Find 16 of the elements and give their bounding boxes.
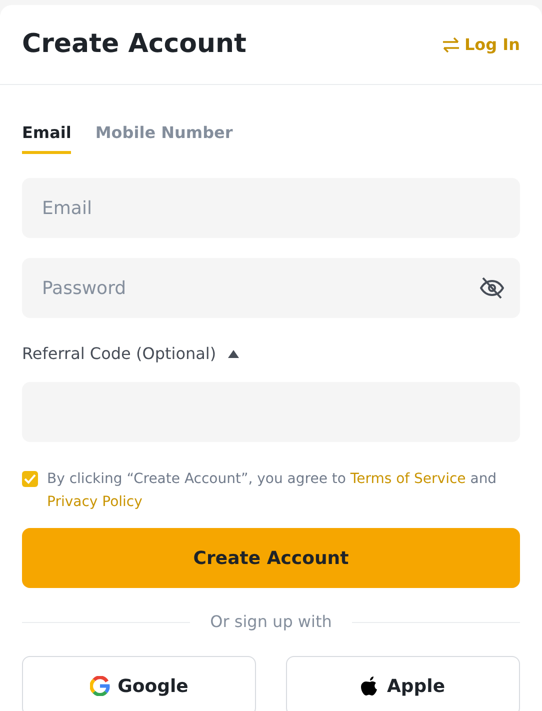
eye-slash-icon[interactable] [480, 277, 504, 299]
agreement-text: By clicking “Create Account”, you agree to Terms of Service and Privacy Policy [47, 470, 498, 512]
tab[interactable]: Email [22, 121, 72, 154]
create-account-button[interactable]: Create Account [22, 528, 520, 588]
social-login-button[interactable]: Apple [286, 656, 520, 711]
swap-icon [442, 36, 460, 52]
agree-checkbox[interactable] [22, 471, 38, 487]
email-field[interactable]: Email [22, 178, 520, 238]
divider-text: Or sign up with [210, 611, 332, 633]
google-icon [90, 676, 110, 696]
password-field[interactable]: Password [22, 258, 520, 318]
social-login-button[interactable]: Google [22, 656, 256, 711]
caret-icon[interactable] [228, 350, 240, 358]
page-title: Create Account [22, 28, 246, 61]
apple-icon [360, 676, 379, 696]
referral-code-label: Referral Code (Optional) [22, 343, 216, 365]
